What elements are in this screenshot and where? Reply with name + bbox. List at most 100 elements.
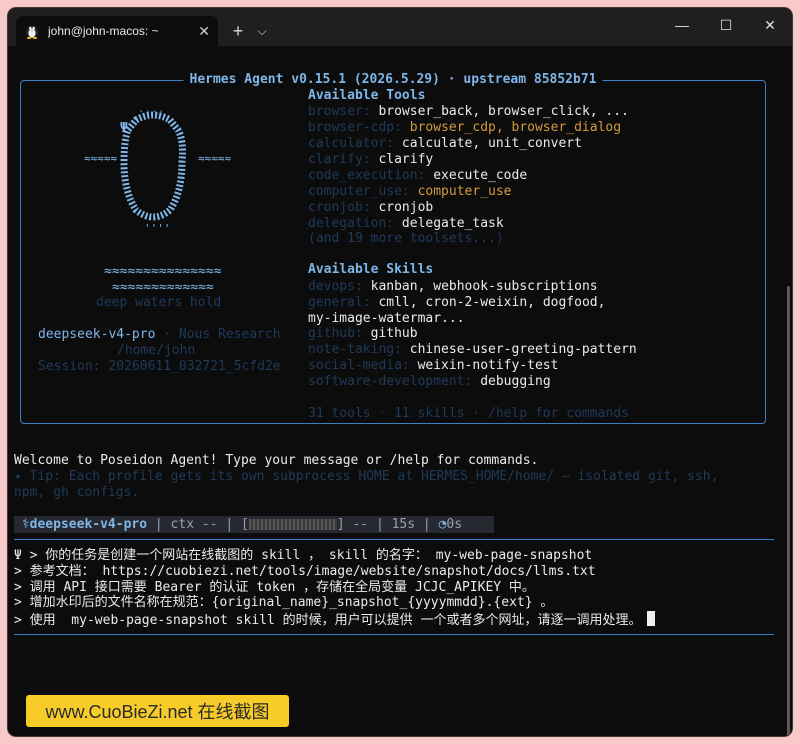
skill-row: github: github — [308, 326, 418, 342]
skill-key: software-development: — [308, 373, 473, 389]
tool-key: calculator: — [308, 136, 395, 151]
skill-key: note-taking: — [308, 342, 402, 358]
context-progress-bar — [248, 519, 337, 530]
session-id: Session: 20260611_032721_5cfd2e — [38, 359, 281, 374]
tip-line-1: ✦ Tip: Each profile gets its own subproc… — [14, 469, 719, 484]
svg-text:Ψ: Ψ — [120, 121, 128, 136]
wave-line-1: ≈≈≈≈≈≈≈≈≈≈≈≈≈≈≈ — [104, 264, 222, 279]
skill-value: cmll, cron-2-weixin, dogfood, — [378, 294, 606, 310]
input-line[interactable]: > 参考文档： https://cuobiezi.net/tools/image… — [14, 564, 596, 580]
tool-row: code_execution: execute_code — [308, 168, 527, 184]
tool-key: computer_use: — [308, 184, 410, 199]
svg-text:≈≈≈≈≈: ≈≈≈≈≈ — [84, 152, 117, 165]
art-tagline: deep waters hold — [96, 295, 222, 310]
tool-value: clarify — [378, 152, 434, 167]
status-bar: ⚕ deepseek-v4-pro | ctx -- | [ ] -- | 15s … — [14, 516, 494, 533]
input-line-text: Ψ > 你的任务是创建一个网站在线截图的 skill ， skill 的名字： … — [14, 548, 593, 563]
welcome-message: Welcome to Poseidon Agent! Type your mes… — [14, 453, 539, 468]
status-model: deepseek-v4-pro — [29, 517, 148, 532]
skill-key: devops: — [308, 279, 363, 294]
skill-value: chinese-user-greeting-pattern — [409, 342, 637, 358]
new-tab-button[interactable]: + — [224, 16, 252, 46]
trident-art: .... Ψ ≈≈≈≈≈ ≈≈≈≈≈ '''' — [84, 102, 231, 235]
svg-text:≈≈≈≈≈: ≈≈≈≈≈ — [198, 152, 231, 165]
skill-value: debugging — [480, 373, 551, 389]
tool-row: computer_use: computer_use — [308, 184, 512, 200]
input-line-text: > 使用 my-web-page-snapshot skill 的时候，用户可以… — [14, 613, 642, 629]
minimize-button[interactable]: — — [660, 8, 704, 42]
input-line[interactable]: > 使用 my-web-page-snapshot skill 的时候，用户可以… — [14, 611, 656, 629]
tab-dropdown-button[interactable]: ⌵ — [252, 16, 272, 46]
input-line[interactable]: > 增加水印后的文件名称在规范：{original_name}_snapshot… — [14, 595, 553, 611]
tool-row: delegation: delegate_task — [308, 216, 504, 232]
wave-line-2: ≈≈≈≈≈≈≈≈≈≈≈≈≈ — [112, 280, 214, 295]
timer-icon: ◔ — [438, 517, 447, 532]
terminal-tab[interactable]: john@john-macos: ~ ✕ — [16, 16, 218, 46]
skill-key: social-media: — [308, 358, 410, 373]
banner-title: Hermes Agent v0.15.1 (2026.5.29) · upstr… — [183, 72, 603, 88]
tool-row: cronjob: cronjob — [308, 200, 433, 216]
status-ctx: | ctx -- | [ — [147, 517, 249, 532]
tool-value: calculate, unit_convert — [401, 136, 582, 151]
input-line-text: > 调用 API 接口需要 Bearer 的认证 token ，存储在全局变量 … — [14, 579, 535, 595]
skill-value: my-image-watermar... — [308, 310, 465, 326]
maximize-button[interactable]: ☐ — [704, 8, 748, 42]
skill-value: weixin-notify-test — [417, 358, 559, 373]
tool-key: clarify: — [308, 152, 371, 167]
skill-row: social-media: weixin-notify-test — [308, 358, 558, 374]
input-line[interactable]: > 调用 API 接口需要 Bearer 的认证 token ，存储在全局变量 … — [14, 580, 535, 596]
terminal-content[interactable]: Hermes Agent v0.15.1 (2026.5.29) · upstr… — [8, 46, 792, 736]
tab-close-button[interactable]: ✕ — [198, 23, 210, 40]
status-timer: 0s — [446, 517, 463, 532]
window-controls: — ☐ ✕ — [660, 8, 792, 46]
skill-key: general: — [308, 294, 371, 310]
skill-key: github: — [308, 326, 363, 342]
input-line[interactable]: Ψ > 你的任务是创建一个网站在线截图的 skill ， skill 的名字： … — [14, 548, 592, 564]
model-name: deepseek-v4-pro — [38, 327, 156, 342]
tool-key: code_execution: — [308, 168, 426, 183]
home-dir: /home/john — [117, 343, 196, 358]
tool-row: clarify: clarify — [308, 152, 433, 168]
text-cursor — [647, 611, 656, 627]
svg-text:'''': '''' — [144, 222, 171, 235]
tool-key: cronjob: — [308, 200, 371, 215]
input-bottom-divider — [14, 634, 774, 635]
skill-row: note-taking: chinese-user-greeting-patte… — [308, 342, 637, 358]
tool-row: browser-cdp: browser_cdp, browser_dialog — [308, 120, 621, 136]
anchor-icon: ⚕ — [14, 517, 30, 532]
tool-row: browser: browser_back, browser_click, ..… — [308, 104, 629, 120]
title-bar: john@john-macos: ~ ✕ + ⌵ — ☐ ✕ — [8, 8, 792, 46]
scrollbar[interactable] — [787, 286, 790, 736]
watermark-badge: www.CuoBieZi.net 在线截图 — [26, 695, 289, 727]
tool-key: browser-cdp: — [308, 120, 402, 135]
status-ctx-end: ] -- | 15s | — [336, 517, 439, 532]
skill-row: my-image-watermar... — [308, 311, 465, 327]
close-window-button[interactable]: ✕ — [748, 8, 792, 42]
skill-row: software-development: debugging — [308, 374, 551, 390]
skill-value: github — [370, 326, 418, 342]
tool-value: computer_use — [417, 184, 512, 199]
model-info: deepseek-v4-pro · Nous Research — [38, 327, 281, 343]
tool-value: browser_back, browser_click, ... — [378, 104, 629, 119]
tool-value: cronjob — [378, 200, 434, 215]
tool-key: delegation: — [308, 216, 395, 231]
skill-row: general: cmll, cron-2-weixin, dogfood, — [308, 295, 605, 311]
input-line-text: > 参考文档： https://cuobiezi.net/tools/image… — [14, 563, 596, 579]
tools-more: (and 19 more toolsets...) — [308, 231, 504, 246]
tool-row: calculator: calculate, unit_convert — [308, 136, 582, 152]
input-line-text: > 增加水印后的文件名称在规范：{original_name}_snapshot… — [14, 595, 554, 611]
skill-value: kanban, webhook-subscriptions — [370, 279, 598, 294]
tools-header: Available Tools — [308, 88, 426, 103]
terminal-window: john@john-macos: ~ ✕ + ⌵ — ☐ ✕ Hermes Ag… — [8, 8, 792, 736]
tool-value: delegate_task — [401, 216, 504, 231]
penguin-icon — [24, 23, 40, 39]
provider-name: · Nous Research — [155, 327, 281, 342]
input-top-divider — [14, 539, 774, 540]
banner-summary: 31 tools · 11 skills · /help for command… — [308, 406, 629, 421]
tab-title: john@john-macos: ~ — [48, 24, 159, 38]
tool-value: browser_cdp, browser_dialog — [409, 120, 622, 135]
tool-key: browser: — [308, 104, 371, 119]
skills-header: Available Skills — [308, 262, 434, 277]
tool-value: execute_code — [433, 168, 528, 183]
skill-row: devops: kanban, webhook-subscriptions — [308, 279, 598, 295]
